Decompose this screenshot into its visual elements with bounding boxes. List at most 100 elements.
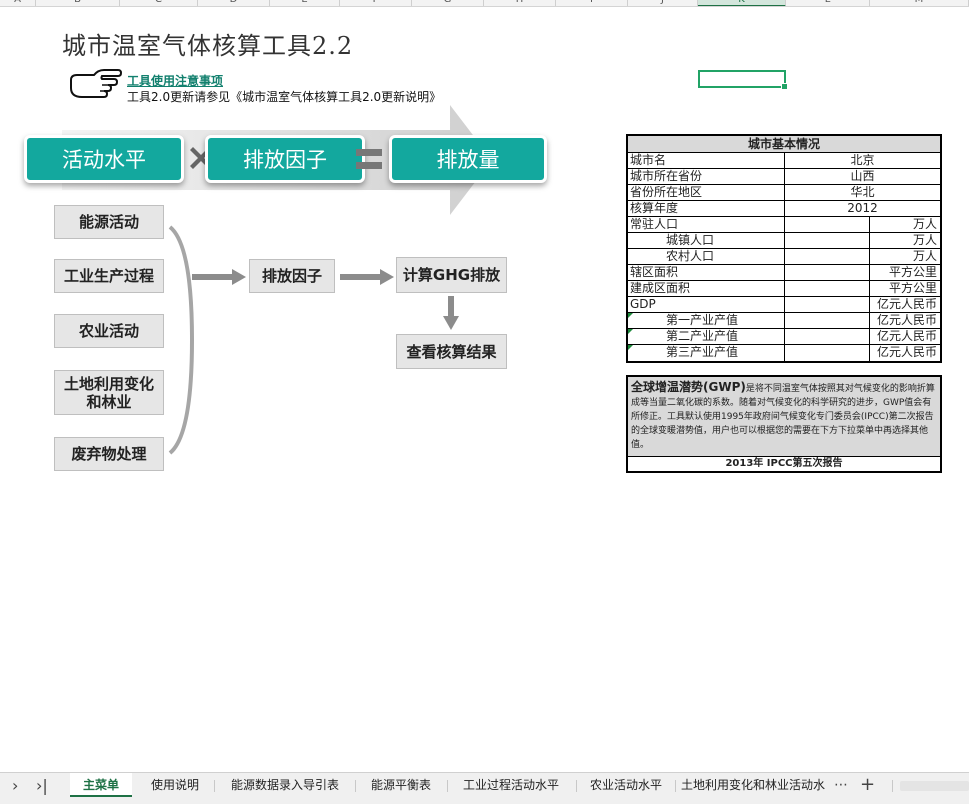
land-use-forestry-button[interactable]: 土地利用变化 和林业 [54,370,164,415]
waste-treatment-button[interactable]: 废弃物处理 [54,437,164,471]
arrow-right-icon [340,269,394,285]
gdp-input[interactable] [785,297,870,312]
gwp-select[interactable]: 2013年 IPCC第五次报告 [628,457,940,471]
row-label: 辖区面积 [628,265,785,280]
rural-population-input[interactable] [785,249,870,264]
column-header-m[interactable]: M [870,0,969,6]
row-label: 建成区面积 [628,281,785,296]
row-label: 常驻人口 [628,217,785,232]
table-row: 第二产业产值 亿元人民币 [628,329,940,345]
row-unit: 亿元人民币 [876,313,937,327]
view-results-button[interactable]: 查看核算结果 [396,334,507,369]
update-note-text: 工具2.0更新请参见《城市温室气体核算工具2.0更新说明》 [127,90,442,104]
arrow-right-icon [192,269,246,285]
table-row: 城市名 北京 [628,153,940,169]
horizontal-scrollbar[interactable] [900,781,969,791]
usage-notes-link[interactable]: 工具使用注意事项 [127,72,223,89]
column-header-k[interactable]: K [698,0,786,6]
column-header-d[interactable]: D [198,0,270,6]
chevron-right-icon[interactable]: › [12,776,18,795]
row-unit: 亿元人民币 [876,345,937,359]
pointing-hand-icon [70,69,122,98]
table-row: 第一产业产值 亿元人民币 [628,313,940,329]
tab-instructions[interactable]: 使用说明 [140,773,210,797]
row-label: GDP [628,297,785,312]
emission-factor-pill: 排放因子 [205,135,365,183]
tertiary-industry-input[interactable] [785,345,870,361]
tab-divider [675,780,676,792]
row-label: 农村人口 [628,249,785,264]
calculate-ghg-button[interactable]: 计算GHG排放 [396,257,507,293]
jurisdiction-area-input[interactable] [785,265,870,280]
row-label: 城镇人口 [628,233,785,248]
tab-divider [892,780,893,792]
column-header-l[interactable]: L [786,0,870,6]
table-row: 第三产业产值 亿元人民币 [628,345,940,361]
column-header-a[interactable]: A [0,0,36,6]
energy-activity-button[interactable]: 能源活动 [54,205,164,239]
city-info-table: 城市基本情况 城市名 北京 城市所在省份 山西 省份所在地区 华北 核算年度 2… [626,134,942,363]
table-row: 核算年度 2012 [628,201,940,217]
column-header-bar: A B C D E F G H I J K L M [0,0,969,7]
row-label: 第二产业产值 [628,329,785,344]
province-value[interactable]: 山西 [785,169,940,184]
row-unit: 平方公里 [888,265,937,279]
built-area-input[interactable] [785,281,870,296]
column-header-i[interactable]: I [556,0,628,6]
column-header-j[interactable]: J [628,0,698,6]
last-sheet-icon[interactable]: ›| [36,776,48,795]
table-row: 城市所在省份 山西 [628,169,940,185]
city-info-header: 城市基本情况 [628,136,940,153]
tab-divider [447,780,448,792]
row-label: 城市所在省份 [628,169,785,184]
agriculture-activity-button[interactable]: 农业活动 [54,314,164,348]
city-name-value[interactable]: 北京 [785,153,940,168]
emission-factor-button[interactable]: 排放因子 [249,259,335,293]
tab-divider [576,780,577,792]
land-use-forestry-label: 土地利用变化 和林业 [63,374,154,411]
row-label: 省份所在地区 [628,185,785,200]
tab-main-menu[interactable]: 主菜单 [70,773,132,797]
column-header-h[interactable]: H [484,0,556,6]
row-label: 第三产业产值 [628,345,785,361]
secondary-industry-input[interactable] [785,329,870,344]
gwp-panel: 全球增温潜势(GWP)是将不同温室气体按照其对气候变化的影响折算成等当量二氧化碳… [626,375,942,473]
row-unit: 平方公里 [888,281,937,295]
column-header-g[interactable]: G [412,0,484,6]
row-unit: 万人 [912,233,937,247]
tab-land-use-forestry[interactable]: 土地利用变化和林业活动水 [678,773,828,797]
row-unit: 万人 [912,249,937,263]
industrial-process-button[interactable]: 工业生产过程 [54,259,164,293]
row-label: 第一产业产值 [628,313,785,328]
arrow-down-icon [443,296,459,330]
more-tabs-icon[interactable]: ⋯ [834,777,848,793]
selected-cell[interactable] [698,70,788,90]
urban-population-input[interactable] [785,233,870,248]
table-row: 农村人口 万人 [628,249,940,265]
tab-energy-balance[interactable]: 能源平衡表 [358,773,444,797]
table-row: 辖区面积 平方公里 [628,265,940,281]
column-header-b[interactable]: B [36,0,120,6]
column-header-e[interactable]: E [270,0,340,6]
region-value[interactable]: 华北 [785,185,940,200]
equals-icon [356,149,382,169]
row-unit: 万人 [912,217,937,231]
add-sheet-icon[interactable]: + [860,774,875,795]
activity-level-pill: 活动水平 [24,135,184,183]
tab-energy-data-guide[interactable]: 能源数据录入导引表 [218,773,352,797]
table-row: 省份所在地区 华北 [628,185,940,201]
tab-industrial-activity[interactable]: 工业过程活动水平 [450,773,572,797]
population-input[interactable] [785,217,870,232]
tab-agriculture-activity[interactable]: 农业活动水平 [580,773,672,797]
page-title: 城市温室气体核算工具2.2 [62,32,354,60]
table-row: 常驻人口 万人 [628,217,940,233]
column-header-c[interactable]: C [120,0,198,6]
row-unit: 亿元人民币 [876,297,937,311]
row-unit: 亿元人民币 [876,329,937,343]
gwp-description: 全球增温潜势(GWP)是将不同温室气体按照其对气候变化的影响折算成等当量二氧化碳… [628,377,940,457]
column-header-f[interactable]: F [340,0,412,6]
sheet-tab-bar: › ›| 主菜单 使用说明 能源数据录入导引表 能源平衡表 工业过程活动水平 农… [0,772,969,804]
primary-industry-input[interactable] [785,313,870,328]
year-value[interactable]: 2012 [785,201,940,216]
table-row: 建成区面积 平方公里 [628,281,940,297]
